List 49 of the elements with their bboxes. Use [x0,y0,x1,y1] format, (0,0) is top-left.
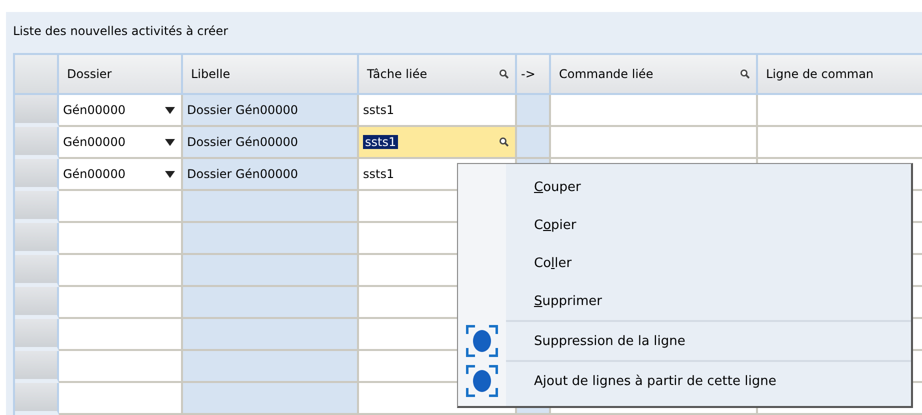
column-header[interactable]: -> [517,55,551,95]
action-icon [466,365,498,397]
row-header[interactable] [15,223,59,255]
table-cell[interactable]: Gén00000 [59,127,183,159]
column-header[interactable]: Ligne de comman [758,55,922,95]
row-header[interactable] [15,287,59,319]
action-icon [466,325,498,357]
table-cell[interactable] [59,287,183,319]
table-cell[interactable]: Gén00000 [59,159,183,191]
table-cell[interactable] [59,319,183,351]
input-field[interactable]: ssts1 [359,127,517,159]
row-header[interactable] [15,255,59,287]
table-cell: Dossier Gén00000 [183,159,359,191]
menu-item[interactable]: Supprimer [458,282,911,320]
table-cell[interactable] [59,351,183,383]
dropdown-caret-icon[interactable] [165,170,175,178]
table-cell[interactable] [59,383,183,415]
menu-item[interactable]: Coller [458,244,911,282]
table-cell: Dossier Gén00000 [183,127,359,159]
row-header[interactable] [15,159,59,191]
table-cell[interactable] [551,127,758,159]
row-header[interactable] [15,351,59,383]
table-cell[interactable] [59,191,183,223]
table-cell: Dossier Gén00000 [183,95,359,127]
row-header[interactable] [15,191,59,223]
table-cell[interactable]: Gén00000 [59,95,183,127]
row-header[interactable] [15,95,59,127]
panel-title: Liste des nouvelles activités à créer [13,23,230,40]
table-cell [517,127,551,159]
column-header[interactable]: Commande liée [551,55,758,95]
column-header[interactable]: Tâche liée [359,55,517,95]
table-cell [517,95,551,127]
menu-item[interactable]: Copier [458,206,911,244]
row-header[interactable] [15,127,59,159]
table-cell[interactable] [59,255,183,287]
menu-item[interactable]: Ajout de lignes à partir de cette ligne [506,360,911,400]
column-header[interactable]: Dossier [59,55,183,95]
menu-item[interactable]: Suppression de la ligne [506,320,911,360]
search-icon[interactable] [740,69,750,79]
column-header[interactable]: Libelle [183,55,359,95]
table-cell[interactable] [551,95,758,127]
dropdown-caret-icon[interactable] [165,106,175,114]
row-header[interactable] [15,319,59,351]
dropdown-caret-icon[interactable] [165,138,175,146]
table-cell[interactable]: ssts1 [359,95,517,127]
table-cell[interactable] [59,223,183,255]
search-icon[interactable] [499,137,509,147]
search-icon[interactable] [499,69,509,79]
row-header[interactable] [15,383,59,415]
